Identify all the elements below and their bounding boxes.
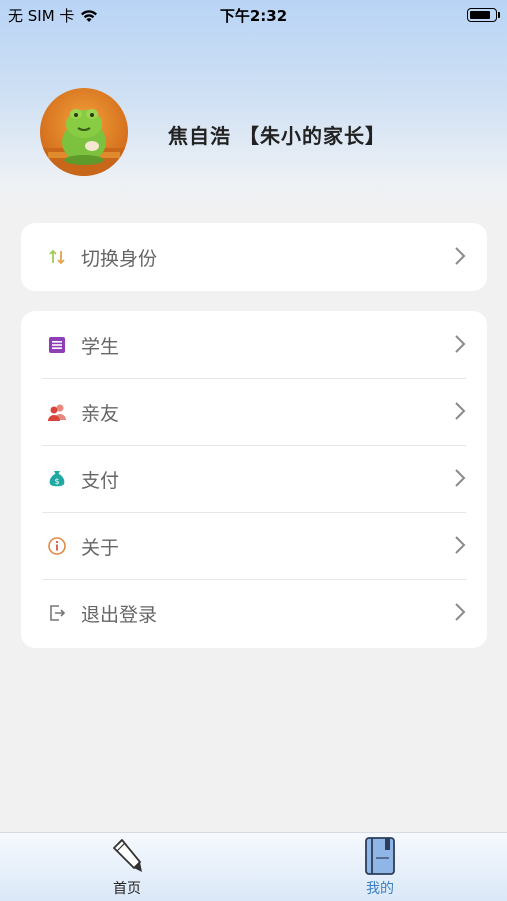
chevron-right-icon [455,603,466,621]
tab-home[interactable]: 首页 [67,833,187,901]
menu-item-label: 退出登录 [81,604,158,626]
menu-item-label: 学生 [81,336,120,358]
menu-item-label: 关于 [81,537,120,559]
switch-arrows-icon [49,249,65,265]
menu-item-about[interactable]: 关于 [21,512,487,579]
tab-bar: 首页 我的 [0,832,507,901]
tab-label: 首页 [113,881,141,897]
menu-item-label: 亲友 [81,403,120,425]
menu-item-logout[interactable]: 退出登录 [21,579,487,646]
avatar[interactable] [40,88,128,176]
frog-avatar-icon [40,109,128,176]
status-time: 下午2:32 [219,7,288,25]
battery-fill [470,11,490,19]
friends-icon [48,404,66,421]
student-card-icon [49,337,65,353]
money-bag-icon: $ [49,471,65,487]
menu-card: 学生 亲友 $ 支付 关于 退出登录 [21,311,487,648]
chevron-right-icon [455,335,466,353]
svg-text:$: $ [54,477,59,486]
info-icon [48,537,66,555]
menu-item-student[interactable]: 学生 [21,311,487,378]
notebook-icon [365,837,395,875]
status-bar: 无 SIM 卡 下午2:32 [0,0,507,30]
battery-icon [467,8,500,22]
logout-icon [50,605,66,621]
chevron-right-icon [455,469,466,487]
switch-identity-card[interactable]: 切换身份 [21,223,487,291]
chevron-right-icon [455,247,466,265]
pencil-icon [113,839,142,872]
chevron-right-icon [455,536,466,554]
chevron-right-icon [455,402,466,420]
tab-mine[interactable]: 我的 [320,833,440,901]
switch-identity-row[interactable]: 切换身份 [21,223,487,290]
tab-label: 我的 [366,881,394,897]
profile-name: 焦自浩 【朱小的家长】 [168,124,386,148]
menu-item-friends[interactable]: 亲友 [21,378,487,445]
menu-item-payment[interactable]: $ 支付 [21,445,487,512]
menu-item-label: 支付 [81,470,120,492]
switch-identity-label: 切换身份 [81,248,158,270]
